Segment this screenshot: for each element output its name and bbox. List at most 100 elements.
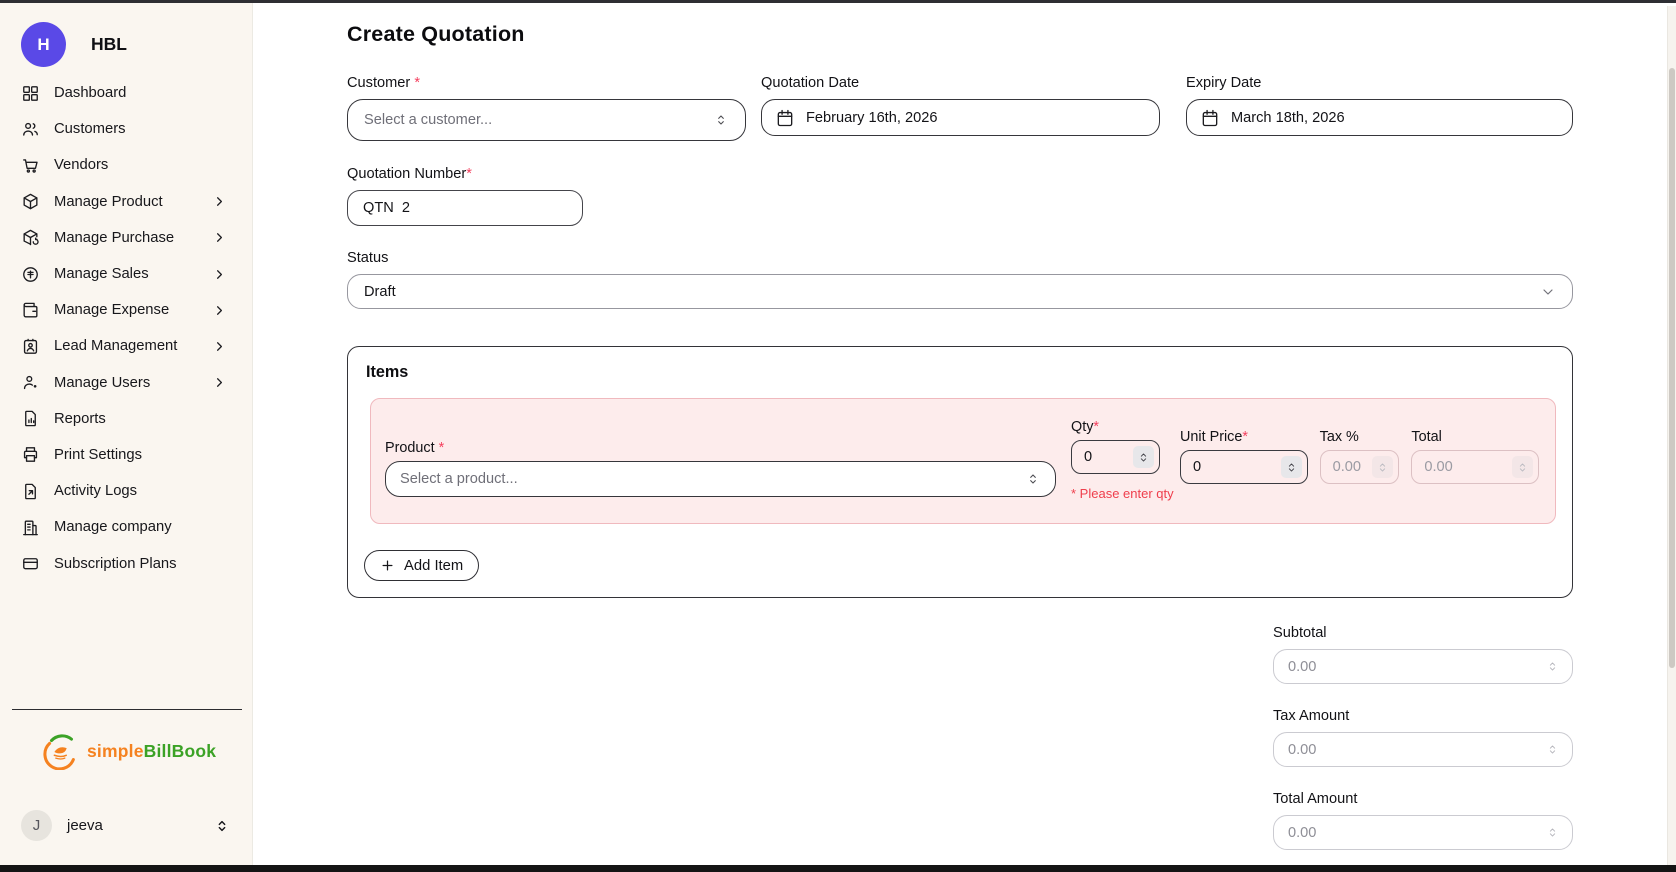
- tax-percent-value: 0.00: [1333, 459, 1361, 475]
- chevron-up-down-icon: [713, 112, 729, 128]
- expiry-date-input[interactable]: March 18th, 2026: [1186, 99, 1573, 136]
- sidebar-item-dashboard[interactable]: Dashboard: [0, 75, 252, 111]
- app-logo-text: simpleBillBook: [87, 741, 216, 762]
- sidebar-item-customers[interactable]: Customers: [0, 111, 252, 147]
- sidebar-item-manage-expense[interactable]: Manage Expense: [0, 292, 252, 328]
- total-amount-value: 0.00: [1288, 825, 1316, 841]
- chevron-right-icon: [212, 339, 227, 354]
- chevron-right-icon: [212, 267, 227, 282]
- spinner-up-down-icon: [1285, 461, 1298, 474]
- sidebar-divider: [12, 709, 242, 710]
- sidebar-item-manage-company[interactable]: Manage company: [0, 509, 252, 545]
- qty-spinner[interactable]: [1133, 446, 1154, 468]
- unit-price-input[interactable]: 0: [1180, 450, 1308, 484]
- items-panel: Items Product * Select a product... Qty*…: [347, 346, 1573, 598]
- sidebar-item-manage-users[interactable]: Manage Users: [0, 365, 252, 401]
- sidebar-item-reports[interactable]: Reports: [0, 401, 252, 437]
- chevron-right-icon: [212, 303, 227, 318]
- sidebar-item-label: Reports: [54, 411, 227, 427]
- quotation-date-value: February 16th, 2026: [806, 110, 937, 126]
- chevron-up-down-icon: [214, 818, 230, 834]
- required-asterisk: *: [439, 440, 445, 456]
- unit-price-spinner[interactable]: [1281, 456, 1302, 478]
- product-select-placeholder: Select a product...: [400, 471, 518, 487]
- product-select[interactable]: Select a product...: [385, 461, 1056, 497]
- sidebar-item-vendors[interactable]: Vendors: [0, 147, 252, 183]
- status-label: Status: [347, 250, 1573, 266]
- sidebar-item-label: Subscription Plans: [54, 556, 227, 572]
- sidebar-item-label: Customers: [54, 121, 227, 137]
- qty-input[interactable]: 0: [1071, 440, 1160, 474]
- quotation-number-input[interactable]: QTN 2: [347, 190, 583, 226]
- subtotal-value: 0.00: [1288, 659, 1316, 675]
- sidebar-item-print-settings[interactable]: Print Settings: [0, 437, 252, 473]
- customer-select-placeholder: Select a customer...: [364, 112, 492, 128]
- sidebar-item-subscription-plans[interactable]: Subscription Plans: [0, 545, 252, 581]
- subtotal-label: Subtotal: [1273, 625, 1573, 641]
- chevron-right-icon: [212, 375, 227, 390]
- sidebar-item-label: Print Settings: [54, 447, 227, 463]
- contact-card-icon: [21, 337, 40, 356]
- simplebillbook-logo-icon: [42, 732, 80, 770]
- total-amount-label: Total Amount: [1273, 791, 1573, 807]
- sidebar-item-label: Lead Management: [54, 338, 198, 354]
- sidebar-item-label: Manage company: [54, 519, 227, 535]
- quotation-number-label: Quotation Number*: [347, 166, 583, 182]
- package-icon: [21, 192, 40, 211]
- sidebar-item-manage-sales[interactable]: Manage Sales: [0, 256, 252, 292]
- spinner-up-down-icon: [1546, 743, 1559, 756]
- scrollbar-track[interactable]: [1667, 6, 1676, 868]
- sidebar-item-label: Manage Purchase: [54, 230, 198, 246]
- calendar-icon: [1200, 108, 1220, 128]
- user-menu[interactable]: J jeeva: [21, 810, 230, 841]
- status-select[interactable]: Draft: [347, 274, 1573, 309]
- customer-select[interactable]: Select a customer...: [347, 99, 746, 141]
- page-title: Create Quotation: [347, 22, 1573, 47]
- total-amount-input: 0.00: [1273, 815, 1573, 850]
- qty-label: Qty*: [1071, 419, 1160, 435]
- file-arrow-icon: [21, 482, 40, 501]
- app-window: H HBL Dashboard Customers Vendors Manage…: [0, 0, 1676, 872]
- customer-label: Customer *: [347, 75, 746, 91]
- quotation-date-label: Quotation Date: [761, 75, 1160, 91]
- unit-price-value: 0: [1193, 459, 1201, 475]
- sidebar-item-label: Manage Product: [54, 194, 198, 210]
- sidebar-item-lead-management[interactable]: Lead Management: [0, 328, 252, 364]
- sidebar-item-label: Vendors: [54, 157, 227, 173]
- qty-value: 0: [1084, 449, 1092, 465]
- sidebar-item-manage-product[interactable]: Manage Product: [0, 184, 252, 220]
- sidebar-nav: Dashboard Customers Vendors Manage Produ…: [0, 75, 252, 582]
- tax-percent-input: 0.00: [1320, 450, 1400, 484]
- logo-text-billbook: BillBook: [144, 741, 217, 761]
- calendar-icon: [775, 108, 795, 128]
- chevron-right-icon: [212, 230, 227, 245]
- spinner-up-down-icon: [1546, 660, 1559, 673]
- building-icon: [21, 518, 40, 537]
- line-total-input: 0.00: [1411, 450, 1539, 484]
- dashboard-icon: [21, 84, 40, 103]
- line-total-spinner: [1512, 456, 1533, 478]
- add-item-button[interactable]: Add Item: [364, 550, 479, 581]
- brand-name: HBL: [91, 34, 127, 55]
- unit-price-label: Unit Price*: [1180, 429, 1308, 445]
- coin-currency-icon: [21, 265, 40, 284]
- scrollbar-thumb[interactable]: [1669, 68, 1675, 668]
- sidebar-item-manage-purchase[interactable]: Manage Purchase: [0, 220, 252, 256]
- qty-error-message: * Please enter qty: [1071, 486, 1160, 501]
- spinner-up-down-icon: [1516, 461, 1529, 474]
- vendors-icon: [21, 156, 40, 175]
- expiry-date-value: March 18th, 2026: [1231, 110, 1345, 126]
- wallet-icon: [21, 301, 40, 320]
- required-asterisk: *: [414, 75, 420, 91]
- logo-text-simple: simple: [87, 741, 144, 761]
- user-name: jeeva: [67, 817, 103, 834]
- tax-amount-value: 0.00: [1288, 742, 1316, 758]
- sidebar-item-activity-logs[interactable]: Activity Logs: [0, 473, 252, 509]
- sidebar: H HBL Dashboard Customers Vendors Manage…: [0, 3, 253, 865]
- expiry-date-label: Expiry Date: [1186, 75, 1573, 91]
- sidebar-item-label: Manage Users: [54, 375, 198, 391]
- quotation-date-input[interactable]: February 16th, 2026: [761, 99, 1160, 136]
- required-asterisk: *: [1093, 419, 1099, 435]
- totals-section: Subtotal 0.00 Tax Amount 0.00 Total Amou…: [1273, 625, 1573, 850]
- tax-amount-input: 0.00: [1273, 732, 1573, 767]
